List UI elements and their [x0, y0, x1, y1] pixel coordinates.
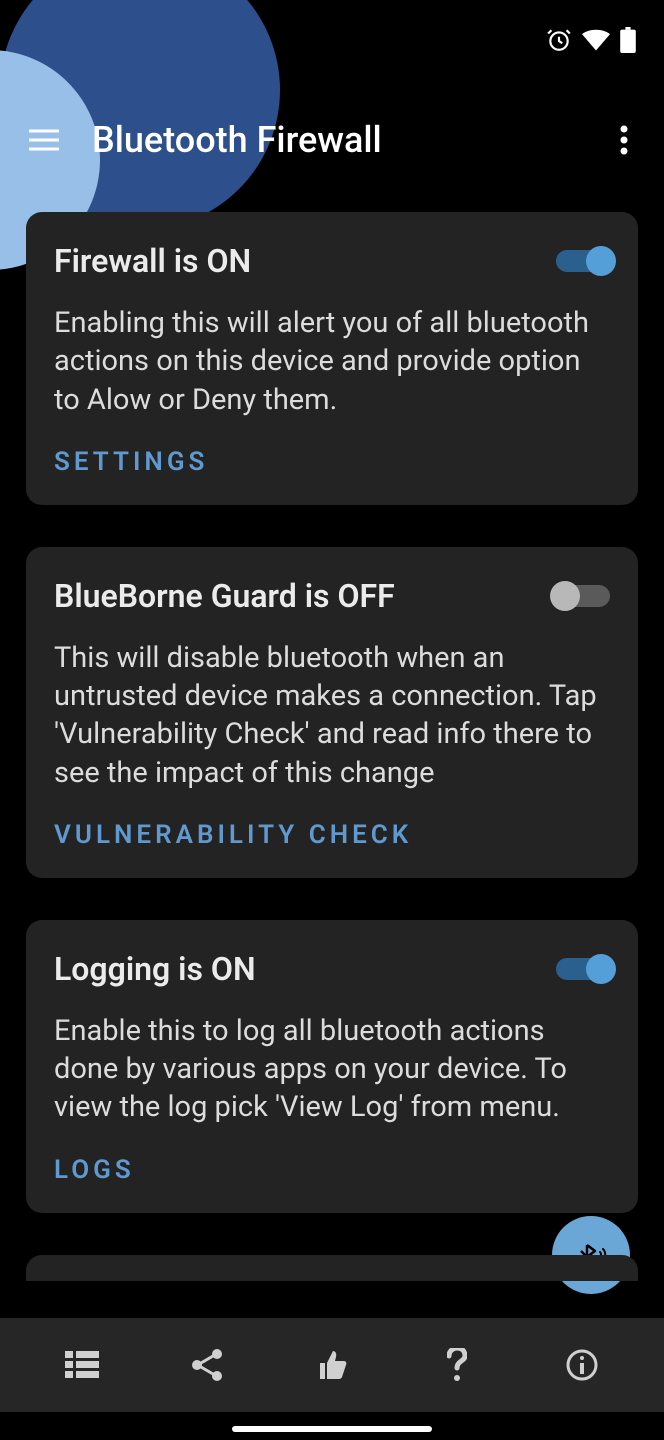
card-title: BlueBorne Guard is OFF	[54, 577, 395, 615]
nav-list-button[interactable]	[52, 1335, 112, 1395]
nav-like-button[interactable]	[302, 1335, 362, 1395]
firewall-toggle[interactable]	[556, 250, 610, 272]
wifi-icon	[582, 29, 610, 51]
svg-text:P: P	[123, 33, 132, 49]
card-partial	[26, 1255, 638, 1281]
logging-card: Logging is ON Enable this to log all blu…	[26, 920, 638, 1213]
parking-icon: P	[115, 28, 139, 52]
blueborne-card: BlueBorne Guard is OFF This will disable…	[26, 547, 638, 878]
nav-help-button[interactable]	[427, 1335, 487, 1395]
logs-link[interactable]: LOGS	[54, 1155, 610, 1185]
more-options-button[interactable]	[604, 116, 644, 164]
alarm-icon	[546, 27, 572, 53]
card-title: Logging is ON	[54, 950, 256, 988]
card-description: Enable this to log all bluetooth actions…	[54, 1012, 610, 1127]
nav-share-button[interactable]	[177, 1335, 237, 1395]
battery-icon	[620, 27, 636, 53]
firewall-card: Firewall is ON Enabling this will alert …	[26, 212, 638, 505]
nav-info-button[interactable]	[552, 1335, 612, 1395]
blueborne-toggle[interactable]	[556, 585, 610, 607]
logging-toggle[interactable]	[556, 958, 610, 980]
vulnerability-check-link[interactable]: VULNERABILITY CHECK	[54, 820, 610, 850]
settings-link[interactable]: SETTINGS	[54, 447, 610, 477]
menu-button[interactable]	[20, 116, 68, 164]
status-bar: 10:58 P	[0, 0, 664, 80]
card-title: Firewall is ON	[54, 242, 251, 280]
page-title: Bluetooth Firewall	[92, 119, 382, 161]
bottom-nav	[0, 1318, 664, 1412]
status-time: 10:58	[28, 24, 99, 57]
card-description: This will disable bluetooth when an untr…	[54, 639, 610, 792]
nav-indicator	[232, 1426, 432, 1432]
card-description: Enabling this will alert you of all blue…	[54, 304, 610, 419]
shield-icon	[155, 27, 177, 53]
